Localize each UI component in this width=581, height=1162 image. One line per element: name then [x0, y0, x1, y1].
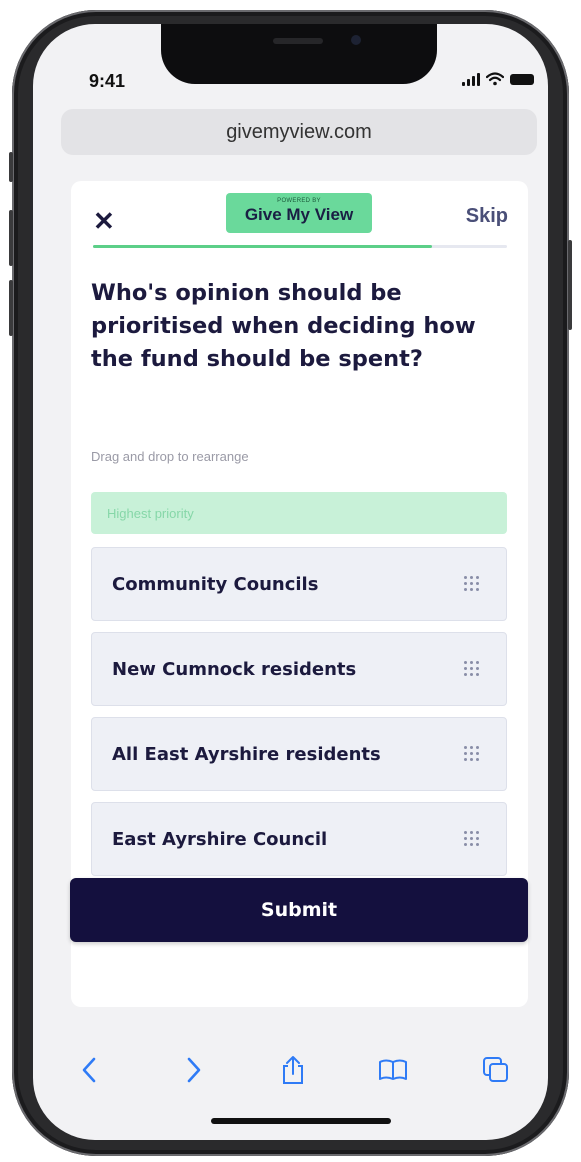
share-icon[interactable] [273, 1050, 313, 1090]
rank-item-label: All East Ayrshire residents [112, 743, 381, 765]
browser-toolbar [33, 1032, 548, 1122]
rank-item-label: Community Councils [112, 573, 319, 595]
drag-handle-icon[interactable] [462, 829, 482, 849]
rank-item[interactable]: East Ayrshire Council [91, 802, 507, 876]
drag-handle-icon[interactable] [462, 574, 482, 594]
highest-priority-label: Highest priority [107, 505, 194, 521]
power-button [568, 240, 572, 330]
address-bar[interactable]: givemyview.com [61, 109, 537, 155]
rank-item-label: East Ayrshire Council [112, 828, 328, 850]
wifi-icon [486, 72, 504, 86]
submit-button[interactable]: Submit [70, 878, 528, 942]
rank-item[interactable]: New Cumnock residents [91, 632, 507, 706]
signal-icon [462, 72, 480, 86]
back-icon[interactable] [69, 1050, 109, 1090]
rank-item-label: New Cumnock residents [112, 658, 357, 680]
home-indicator [211, 1118, 391, 1124]
mute-switch [9, 152, 13, 182]
url-text: givemyview.com [226, 120, 372, 143]
status-time: 9:41 [89, 71, 126, 91]
notch [161, 24, 437, 84]
rank-item[interactable]: All East Ayrshire residents [91, 717, 507, 791]
speaker [273, 38, 323, 44]
brand-logo: POWERED BY Give My View [226, 193, 372, 233]
drag-handle-icon[interactable] [462, 744, 482, 764]
close-button[interactable]: ✕ [93, 208, 115, 234]
progress-fill [93, 245, 433, 248]
question-title: Who's opinion should be prioritised when… [91, 280, 476, 372]
progress-bar [93, 245, 507, 248]
instruction-text: Drag and drop to rearrange [91, 449, 249, 464]
volume-up-button [9, 210, 13, 266]
tabs-icon[interactable] [476, 1050, 516, 1090]
battery-icon [510, 73, 534, 85]
brand-name: Give My View [244, 205, 354, 224]
phone-screen: 9:41 givemyview.com ✕ POWERED BY Give My… [33, 24, 548, 1140]
forward-icon[interactable] [174, 1050, 214, 1090]
brand-powered-text: POWERED BY [277, 198, 321, 204]
bookmarks-icon[interactable] [373, 1050, 413, 1090]
skip-button[interactable]: Skip [466, 205, 508, 228]
highest-priority-zone: Highest priority [91, 492, 507, 534]
status-icons [462, 72, 534, 86]
drag-handle-icon[interactable] [462, 659, 482, 679]
volume-down-button [9, 280, 13, 336]
rank-item[interactable]: Community Councils [91, 547, 507, 621]
front-camera [351, 35, 361, 45]
